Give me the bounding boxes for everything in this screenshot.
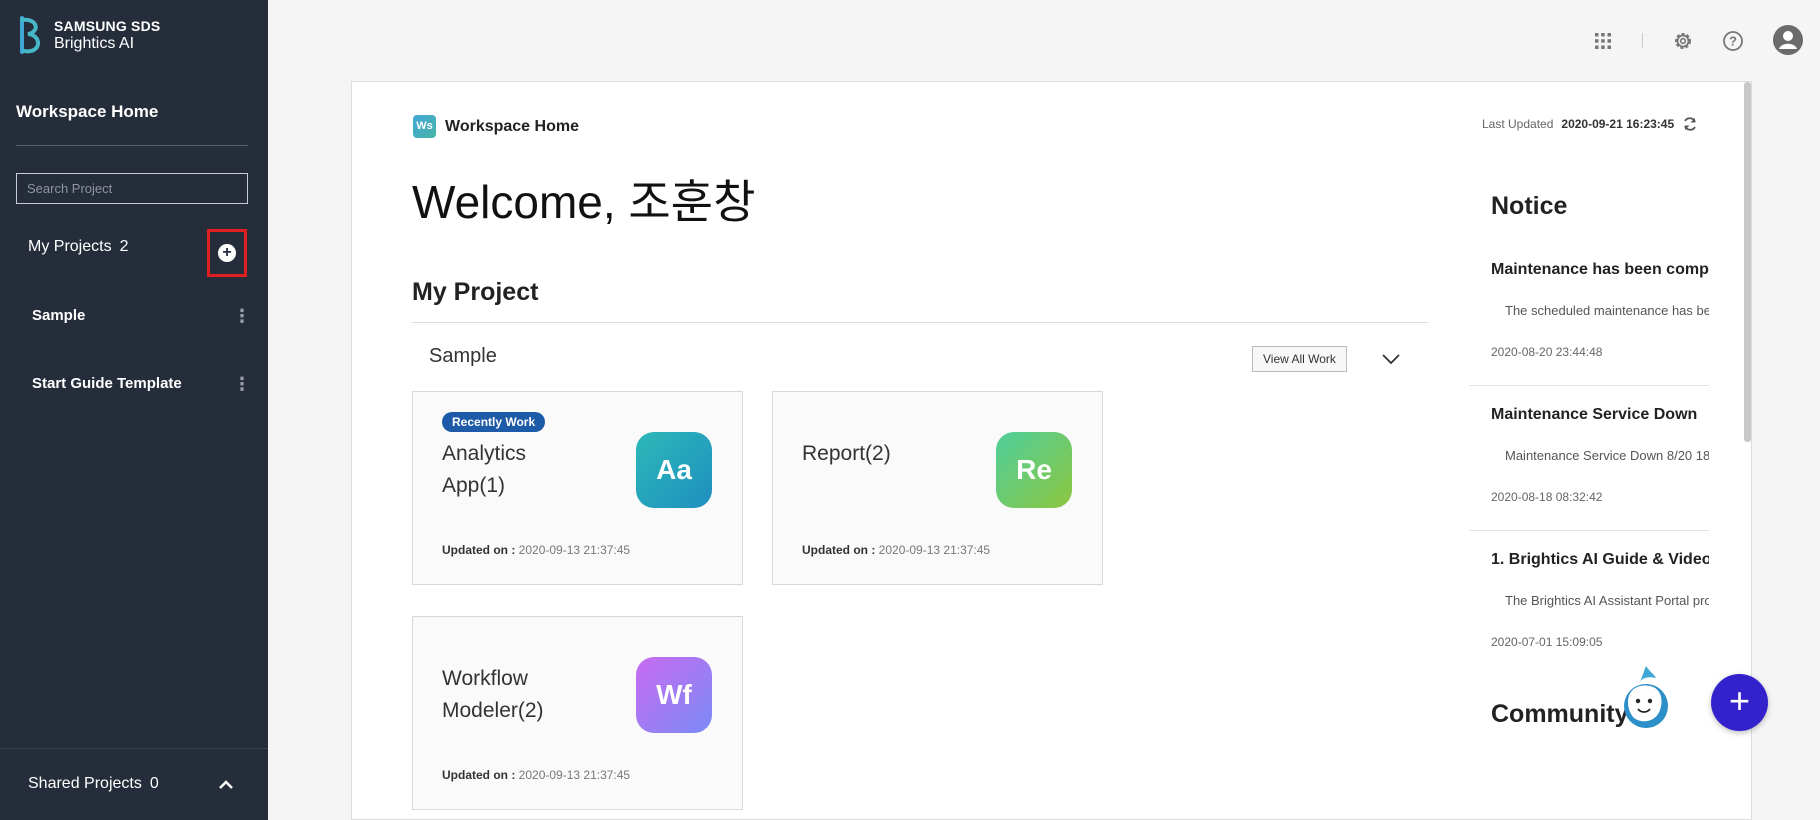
sidebar-divider: [16, 145, 248, 146]
svg-text:?: ?: [1729, 34, 1737, 49]
card-updated: Updated on : 2020-09-13 21:37:45: [802, 543, 991, 557]
gear-icon[interactable]: [1670, 28, 1696, 54]
notice-item[interactable]: Maintenance Service Down Maintenance Ser…: [1491, 406, 1709, 504]
card-updated: Updated on : 2020-09-13 21:37:45: [442, 768, 631, 782]
last-updated-value: 2020-09-21 16:23:45: [1561, 117, 1675, 131]
kebab-menu-icon[interactable]: ⋮: [232, 307, 252, 325]
sidebar-divider: [0, 748, 268, 749]
notice-title: 1. Brightics AI Guide & Video: [1491, 551, 1709, 568]
notice-body: Maintenance Service Down 8/20 18: [1505, 448, 1709, 463]
card-title: Analytics App(1): [442, 442, 527, 497]
project-group-name: Sample: [429, 345, 497, 367]
notice-heading: Notice: [1491, 192, 1568, 220]
refresh-icon[interactable]: [1682, 116, 1698, 132]
add-project-button[interactable]: +: [207, 229, 247, 277]
card-title: Report(2): [802, 442, 891, 465]
notice-title: Maintenance Service Down: [1491, 406, 1698, 423]
my-projects-label: My Projects: [28, 238, 112, 255]
notice-date: 2020-08-20 23:44:48: [1491, 345, 1603, 359]
view-all-work-button[interactable]: View All Work: [1252, 346, 1347, 372]
sidebar-project-label: Sample: [32, 307, 86, 324]
plus-circle-icon: +: [218, 244, 236, 262]
work-card-analytics-app[interactable]: Recently Work Analytics App(1) Aa Update…: [412, 391, 743, 585]
sidebar-project-label: Start Guide Template: [32, 375, 182, 392]
notice-date: 2020-08-18 08:32:42: [1491, 490, 1603, 504]
my-project-heading: My Project: [412, 278, 539, 306]
workspace-badge: Ws: [413, 115, 436, 138]
notice-body: The Brightics AI Assistant Portal pro: [1505, 593, 1709, 608]
brightics-logo-icon: [20, 16, 40, 54]
work-card-report[interactable]: Report(2) Re Updated on : 2020-09-13 21:…: [772, 391, 1103, 585]
apps-grid-icon[interactable]: [1590, 28, 1616, 54]
analytics-app-icon: Aa: [636, 432, 712, 508]
workspace-panel: Ws Workspace Home Last Updated 2020-09-2…: [351, 81, 1752, 820]
report-app-icon: Re: [996, 432, 1072, 508]
my-projects-count: 2: [119, 238, 129, 255]
assistant-mascot-icon[interactable]: [1620, 664, 1672, 734]
help-icon[interactable]: ?: [1720, 28, 1746, 54]
shared-projects-header[interactable]: Shared Projects 0: [28, 775, 159, 793]
community-heading: Community: [1491, 700, 1629, 728]
sidebar: SAMSUNG SDS Brightics AI Workspace Home …: [0, 0, 268, 820]
brightics-logo[interactable]: SAMSUNG SDS Brightics AI: [16, 14, 160, 56]
panel-scrollbar[interactable]: [1744, 82, 1751, 442]
notice-title: Maintenance has been comp: [1491, 261, 1709, 278]
sidebar-project-sample[interactable]: Sample ⋮: [32, 307, 252, 325]
chevron-up-icon[interactable]: [216, 775, 236, 795]
notice-divider: [1469, 385, 1709, 386]
user-avatar-icon[interactable]: [1773, 25, 1803, 55]
card-updated: Updated on : 2020-09-13 21:37:45: [442, 543, 631, 557]
shared-projects-label: Shared Projects: [28, 775, 142, 792]
last-updated: Last Updated 2020-09-21 16:23:45: [1482, 116, 1698, 132]
shared-projects-count: 0: [149, 775, 159, 792]
plus-icon: +: [1728, 680, 1751, 721]
topbar-separator: [1642, 33, 1643, 48]
section-divider: [412, 322, 1428, 323]
recently-work-badge: Recently Work: [442, 412, 546, 432]
workflow-modeler-app-icon: Wf: [636, 657, 712, 733]
chevron-down-icon[interactable]: [1380, 349, 1402, 369]
sidebar-workspace-home[interactable]: Workspace Home: [16, 102, 158, 122]
sidebar-project-start-guide[interactable]: Start Guide Template ⋮: [32, 375, 252, 393]
work-card-workflow-modeler[interactable]: Workflow Modeler(2) Wf Updated on : 2020…: [412, 616, 743, 810]
card-title: Workflow Modeler(2): [442, 667, 544, 722]
notice-date: 2020-07-01 15:09:05: [1491, 635, 1603, 649]
my-projects-header[interactable]: My Projects 2: [28, 238, 128, 256]
add-fab-button[interactable]: +: [1711, 674, 1768, 731]
notice-item[interactable]: Maintenance has been comp The scheduled …: [1491, 261, 1709, 359]
notice-body: The scheduled maintenance has be: [1505, 303, 1709, 318]
logo-product: Brightics AI: [54, 35, 135, 52]
welcome-heading: Welcome, 조훈창: [412, 176, 756, 228]
last-updated-label: Last Updated: [1482, 117, 1554, 131]
search-project-input[interactable]: [16, 173, 248, 204]
logo-company: SAMSUNG SDS: [54, 18, 161, 34]
panel-header-title: Workspace Home: [445, 118, 579, 135]
notice-item[interactable]: 1. Brightics AI Guide & Video The Bright…: [1491, 551, 1709, 655]
kebab-menu-icon[interactable]: ⋮: [232, 375, 252, 393]
notice-divider: [1469, 530, 1709, 531]
